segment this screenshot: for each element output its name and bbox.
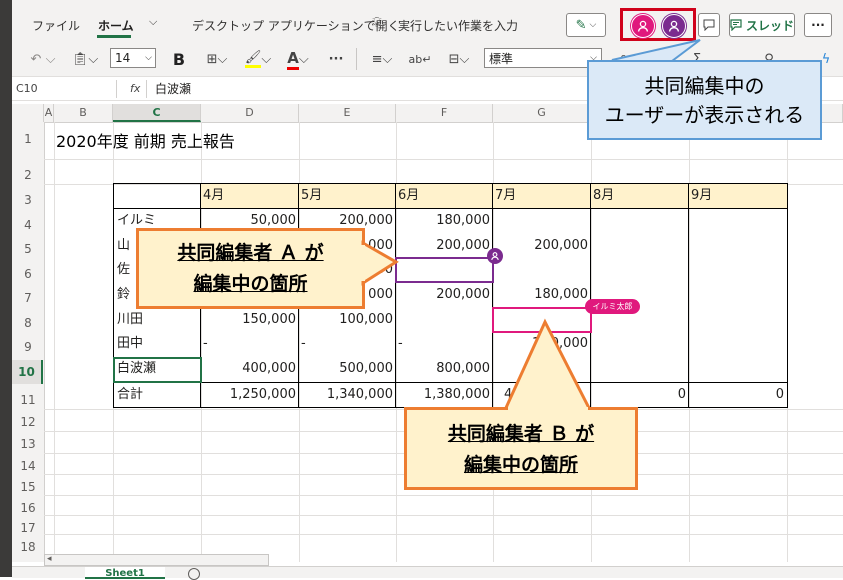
callout-a-pointer [361, 240, 399, 286]
callout-b-pointer-mask [508, 407, 588, 413]
horizontal-scrollbar[interactable] [44, 554, 269, 566]
callout-a-pointer-mask [358, 245, 365, 281]
scroll-left-arrow-icon[interactable]: ◂ [47, 554, 52, 564]
callout-b-line2: 編集中の箇所 [463, 454, 578, 476]
sheet-tab[interactable]: Sheet1 [85, 567, 165, 579]
callout-b-line1: 共同編集者 Ｂ が [447, 423, 595, 445]
callout-a-pointer-layer [358, 240, 399, 286]
add-sheet-icon[interactable] [188, 568, 200, 580]
callout-b: 共同編集者 Ｂ が 編集中の箇所 [404, 407, 638, 490]
